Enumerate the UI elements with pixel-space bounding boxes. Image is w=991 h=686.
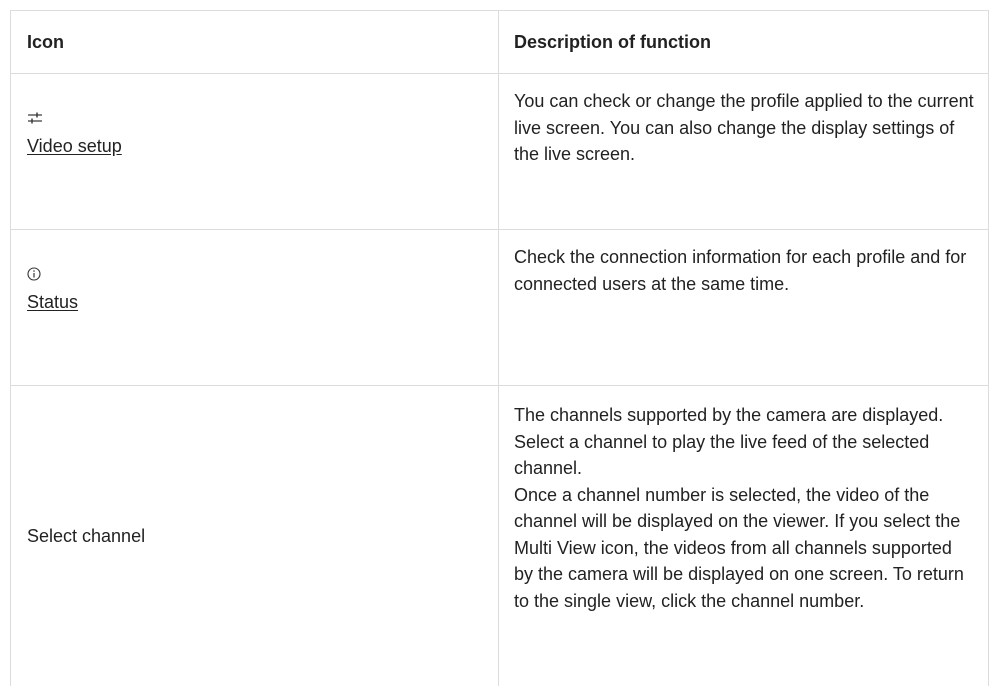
info-icon xyxy=(27,267,498,289)
header-description: Description of function xyxy=(499,11,989,73)
icon-cell: Status xyxy=(11,230,499,385)
description-cell: The channels supported by the camera are… xyxy=(499,386,989,686)
status-description: Check the connection information for eac… xyxy=(514,247,967,294)
table-row-select-channel: Select channel The channels supported by… xyxy=(11,386,989,686)
function-table: Icon Description of function Video setup… xyxy=(10,10,989,686)
table-header-row: Icon Description of function xyxy=(11,11,989,74)
description-cell: Check the connection information for eac… xyxy=(499,230,989,385)
icon-cell: Select channel xyxy=(11,386,499,686)
table-row-status: Status Check the connection information … xyxy=(11,230,989,386)
header-icon: Icon xyxy=(11,11,499,73)
video-setup-description: You can check or change the profile appl… xyxy=(514,91,974,164)
select-channel-description-2: Once a channel number is selected, the v… xyxy=(514,484,964,611)
icon-cell: Video setup xyxy=(11,74,499,229)
video-setup-link[interactable]: Video setup xyxy=(27,134,122,158)
select-channel-description-1: The channels supported by the camera are… xyxy=(514,405,944,478)
description-cell: You can check or change the profile appl… xyxy=(499,74,989,229)
status-link[interactable]: Status xyxy=(27,290,78,314)
select-channel-label: Select channel xyxy=(27,525,146,546)
sliders-icon xyxy=(27,111,498,133)
table-row-video-setup: Video setup You can check or change the … xyxy=(11,74,989,230)
